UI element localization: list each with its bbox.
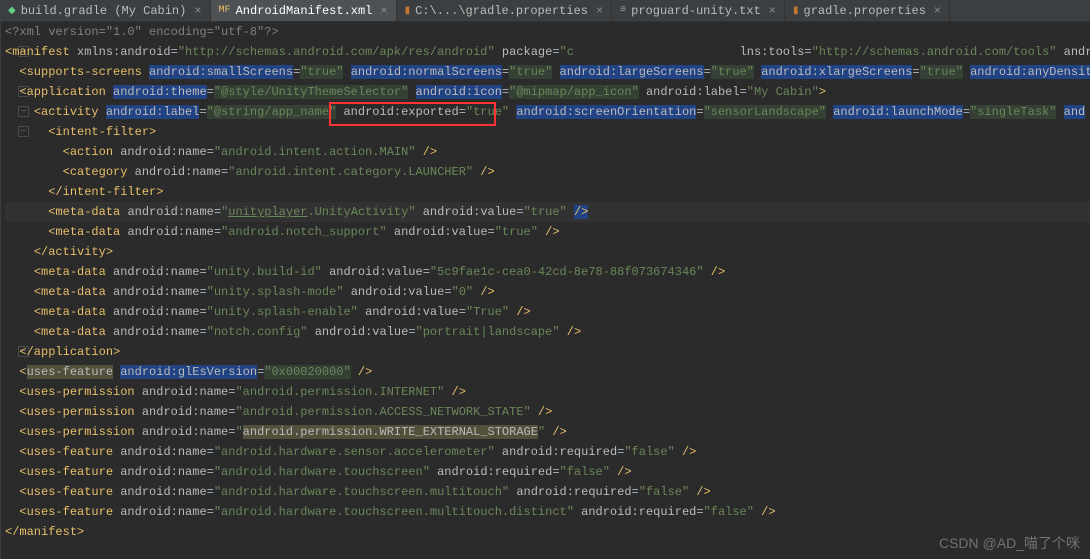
close-icon[interactable]: × [596, 4, 603, 18]
tab-gradle-properties-2[interactable]: ▮gradle.properties× [785, 0, 950, 21]
close-icon[interactable]: × [934, 4, 941, 18]
tab-build-gradle[interactable]: ◆build.gradle (My Cabin)× [0, 0, 211, 21]
watermark: CSDN @AD_喵了个咪 [939, 533, 1080, 553]
close-icon[interactable]: × [194, 4, 201, 18]
close-icon[interactable]: × [380, 4, 387, 18]
gradle-icon: ◆ [8, 5, 16, 17]
tab-gradle-properties-1[interactable]: ▮C:\...\gradle.properties× [397, 0, 613, 21]
xml-icon: MF [219, 5, 231, 16]
properties-icon: ▮ [793, 5, 799, 17]
tab-android-manifest[interactable]: MFAndroidManifest.xml× [211, 0, 397, 21]
tab-proguard[interactable]: ≡proguard-unity.txt× [612, 0, 785, 21]
editor-tabs: ◆build.gradle (My Cabin)× MFAndroidManif… [0, 0, 1090, 22]
code-editor[interactable]: − − − − 💡 − <?xml version="1.0" encoding… [0, 22, 1090, 559]
close-icon[interactable]: × [769, 4, 776, 18]
text-icon: ≡ [620, 5, 626, 16]
code-area[interactable]: <?xml version="1.0" encoding="utf-8"?> <… [1, 22, 1090, 559]
properties-icon: ▮ [405, 5, 411, 17]
